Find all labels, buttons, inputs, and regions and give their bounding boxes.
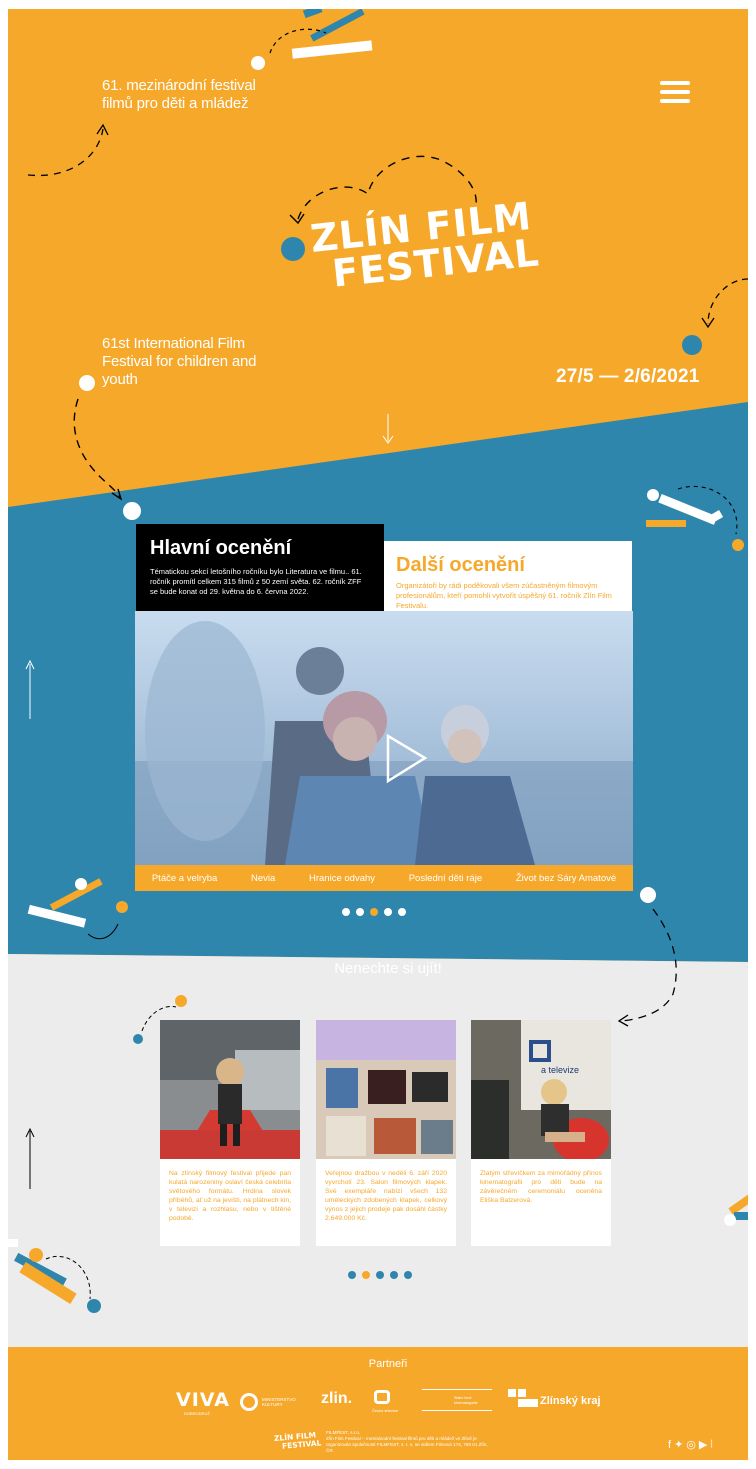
partners-row: VIVA DOBRODRUŽ MINISTERSTVO KULTURY zlin… xyxy=(176,1389,601,1416)
news-card-3-image xyxy=(471,1020,611,1159)
main-award-text: Tématickou sekcí letošního ročníku bylo … xyxy=(150,567,362,596)
decor-top-strokes xyxy=(251,9,373,70)
tab-nevia[interactable]: Nevia xyxy=(251,873,275,884)
festival-logo[interactable]: ZLÍN FILM FESTIVAL xyxy=(308,194,541,296)
footer-text: FILMFEST, s.r.o. Zlín Film Festival – me… xyxy=(326,1430,496,1454)
zlinsky-kraj-icon xyxy=(508,1389,516,1397)
partners-title: Partneři xyxy=(368,1358,408,1370)
ministerstvo-icon xyxy=(240,1393,258,1411)
video-player[interactable] xyxy=(135,611,633,865)
hamburger-icon xyxy=(660,81,690,85)
news-section-title: Nenechte si ujít! xyxy=(334,960,442,977)
news-card-3-text: Zlatým střevíčkem za mimořádný přínos ki… xyxy=(480,1170,602,1204)
slider-dot[interactable] xyxy=(384,908,392,916)
twitter-icon[interactable]: ✦ xyxy=(674,1439,686,1451)
main-award-card[interactable]: Hlavní ocenění Tématickou sekcí letošníh… xyxy=(136,524,384,611)
footer-line2: organizován společností FILMFEST, s. r. … xyxy=(326,1442,488,1453)
news-slider-dots xyxy=(345,1266,415,1284)
main-award-title: Hlavní ocenění xyxy=(150,537,292,559)
ceska-televize-icon xyxy=(374,1390,390,1404)
partner-fond-kinematografie[interactable]: Státní fond kinematografie xyxy=(422,1389,492,1411)
menu-button[interactable] xyxy=(660,81,690,108)
news-card-2-image xyxy=(316,1020,456,1159)
tab-hranice-odvahy[interactable]: Hranice odvahy xyxy=(309,873,375,884)
video-still xyxy=(135,611,633,865)
film-tabs: Ptáče a velryba Nevia Hranice odvahy Pos… xyxy=(135,865,633,891)
tab-zivot-bez-sary[interactable]: Život bez Sáry Amatové xyxy=(516,873,616,884)
partner-viva[interactable]: VIVA xyxy=(176,1389,230,1411)
partner-viva-sub: DOBRODRUŽ xyxy=(184,1411,210,1416)
news-card-3[interactable]: a televize Zlatým střevíčkem za mimořádn… xyxy=(471,1020,611,1246)
news-card-1-image xyxy=(160,1020,300,1159)
slider-dot[interactable] xyxy=(356,908,364,916)
slider-dot[interactable] xyxy=(342,908,350,916)
page: 61. mezinárodní festival filmů pro děti … xyxy=(8,9,748,1460)
slider-dot[interactable] xyxy=(348,1271,356,1279)
footer-logo[interactable]: ZLÍN FILM FESTIVAL xyxy=(274,1430,322,1450)
tagline-cz: 61. mezinárodní festival filmů pro děti … xyxy=(102,77,256,112)
other-award-text: Organizátoři by rádi poděkovali všem zúč… xyxy=(396,581,612,610)
festival-dates: 27/5 — 2/6/2021 xyxy=(556,366,700,387)
tab-posledni-deti-raje[interactable]: Poslední děti ráje xyxy=(409,873,482,884)
other-award-title: Další ocenění xyxy=(396,554,525,576)
slider-dot[interactable] xyxy=(404,1271,412,1279)
instagram-icon[interactable]: ◎ xyxy=(686,1439,699,1451)
tagline-en: 61st International Film Festival for chi… xyxy=(102,335,257,388)
slider-dot-active[interactable] xyxy=(370,908,378,916)
partner-zlin[interactable]: zlin. xyxy=(321,1390,352,1408)
rss-icon[interactable]: ⦚ xyxy=(710,1439,715,1451)
other-award-card[interactable]: Další ocenění Organizátoři by rádi poděk… xyxy=(384,541,632,611)
youtube-icon[interactable]: ▶ xyxy=(699,1439,710,1451)
news-card-2[interactable]: Veřejnou dražbou v neděli 6. září 2020 v… xyxy=(316,1020,456,1246)
news-card-1-text: Na zlínský filmový festival přijede pan … xyxy=(169,1170,291,1222)
news-card-1[interactable]: Na zlínský filmový festival přijede pan … xyxy=(160,1020,300,1246)
news-card-2-text: Veřejnou dražbou v neděli 6. září 2020 v… xyxy=(325,1170,447,1222)
awards-slider-dots xyxy=(339,903,409,921)
social-icons: f✦◎▶⦚ xyxy=(668,1438,716,1452)
slider-dot[interactable] xyxy=(390,1271,398,1279)
slider-dot-active[interactable] xyxy=(362,1271,370,1279)
slider-dot[interactable] xyxy=(398,908,406,916)
slider-dot[interactable] xyxy=(376,1271,384,1279)
tab-ptace-a-velryba[interactable]: Ptáče a velryba xyxy=(152,873,217,884)
news-card-3-tv-text: a televize xyxy=(541,1065,580,1075)
